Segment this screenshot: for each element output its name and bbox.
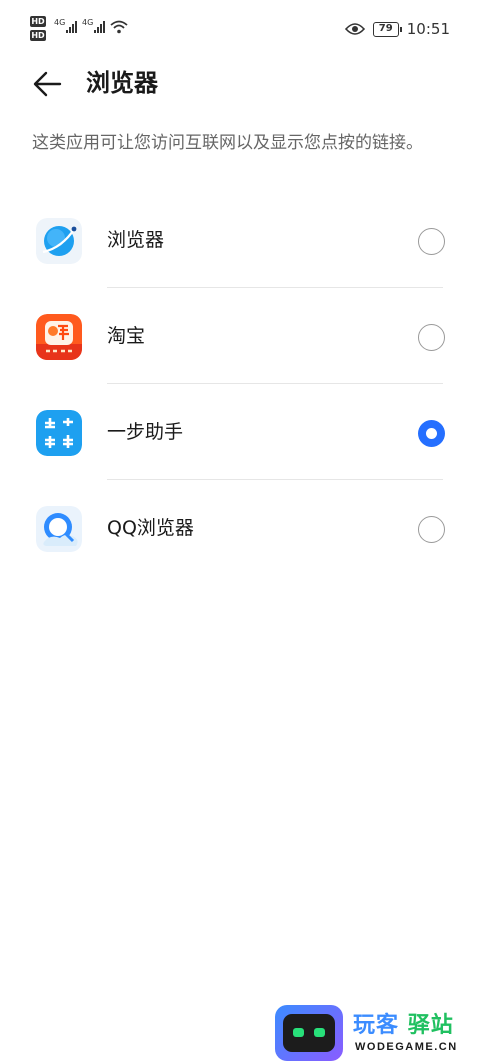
radio-qq-browser[interactable]: [418, 516, 445, 543]
taobao-icon: [36, 314, 82, 360]
robot-logo-icon: [275, 1005, 343, 1061]
qq-browser-icon: [36, 506, 82, 552]
description-text: 这类应用可让您访问互联网以及显示您点按的链接。: [32, 133, 423, 153]
huawei-browser-icon: [36, 218, 82, 264]
watermark-title-a: 玩客: [353, 1013, 400, 1038]
eye-comfort-icon: [344, 23, 365, 35]
network-type-label: 4G: [54, 18, 66, 27]
yibu-assistant-icon: [36, 410, 82, 456]
watermark-logo: 玩客 驿站 WODEGAME.CN: [275, 1003, 480, 1061]
list-item-browser[interactable]: 浏览器: [0, 192, 480, 288]
hd-icon: HD: [30, 16, 46, 27]
header: 浏览器: [0, 60, 480, 106]
list-item-taobao[interactable]: 淘宝: [0, 288, 480, 384]
list-item-yibu[interactable]: 一步助手: [0, 384, 480, 480]
app-name: 淘宝: [107, 325, 146, 347]
network-type-label: 4G: [82, 18, 94, 27]
arrow-left-icon: [33, 71, 62, 97]
battery-icon: 79: [372, 21, 402, 37]
app-name: 一步助手: [107, 421, 184, 443]
page-title: 浏览器: [86, 69, 158, 97]
app-list: 浏览器 淘宝 一步助手 QQ浏览器: [0, 192, 480, 576]
hd-icon: HD: [30, 30, 46, 41]
status-time: 10:51: [406, 20, 450, 38]
app-name: QQ浏览器: [107, 517, 194, 539]
app-name: 浏览器: [107, 229, 165, 251]
watermark-domain: WODEGAME.CN: [355, 1041, 458, 1053]
status-bar: HD HD 4G 4G 79 10:51: [0, 0, 480, 56]
watermark-title: 玩客 驿站: [353, 1007, 454, 1039]
status-right: 79 10:51: [344, 18, 450, 40]
watermark-title-b: 驿站: [407, 1013, 454, 1038]
status-left: HD HD 4G 4G: [30, 14, 140, 44]
signal-icon: [94, 20, 105, 33]
signal-icon: [66, 20, 77, 33]
radio-taobao[interactable]: [418, 324, 445, 351]
back-button[interactable]: [28, 64, 68, 104]
radio-yibu-selected[interactable]: [418, 420, 445, 447]
wifi-icon: [110, 20, 128, 34]
radio-browser[interactable]: [418, 228, 445, 255]
list-item-qq-browser[interactable]: QQ浏览器: [0, 480, 480, 576]
